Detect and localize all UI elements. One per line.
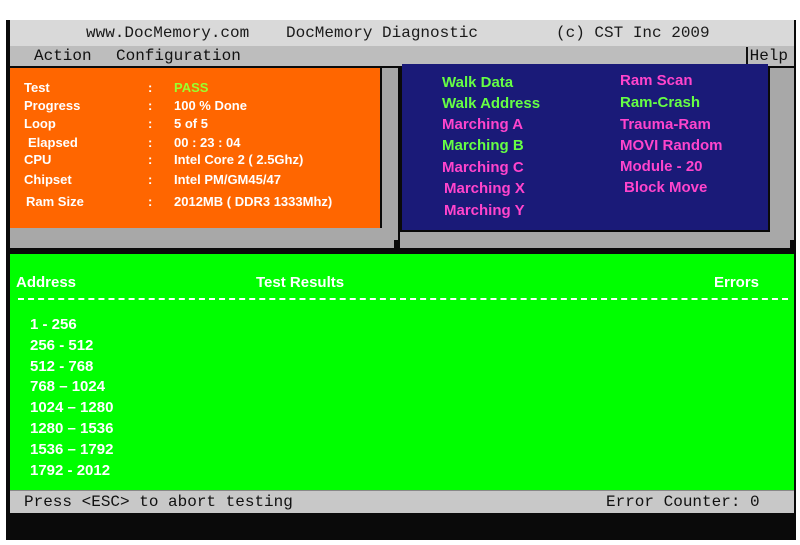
info-value: 2012MB ( DDR3 1333Mhz) bbox=[174, 194, 333, 209]
system-info-panel: Test : PASS Progress : 100 % Done Loop :… bbox=[10, 68, 380, 228]
test-movi-random: MOVI Random bbox=[620, 137, 723, 154]
test-ram-scan: Ram Scan bbox=[620, 72, 693, 89]
info-value: Intel PM/GM45/47 bbox=[174, 172, 281, 187]
test-marching-a: Marching A bbox=[442, 116, 524, 133]
info-separator: : bbox=[148, 172, 153, 187]
test-marching-b: Marching B bbox=[442, 137, 524, 154]
info-separator: : bbox=[148, 98, 153, 113]
info-row-chipset: Chipset : Intel PM/GM45/47 bbox=[24, 172, 374, 190]
info-row-progress: Progress : 100 % Done bbox=[24, 98, 374, 116]
info-label: Loop bbox=[24, 116, 56, 131]
test-marching-c: Marching C bbox=[442, 159, 524, 176]
info-value: 00 : 23 : 04 bbox=[174, 135, 241, 150]
test-list-panel: Walk Data Walk Address Marching A Marchi… bbox=[402, 64, 768, 230]
info-label: Chipset bbox=[24, 172, 72, 187]
error-counter: Error Counter: 0 bbox=[606, 493, 760, 511]
info-separator: : bbox=[148, 80, 153, 95]
info-row-elapsed: Elapsed : 00 : 23 : 04 bbox=[24, 135, 374, 153]
test-marching-x: Marching X bbox=[444, 180, 525, 197]
menu-help[interactable]: Help bbox=[745, 47, 788, 65]
test-block-move: Block Move bbox=[624, 179, 708, 196]
address-range-row: 1024 – 1280 bbox=[30, 399, 114, 416]
title-bar: www.DocMemory.com DocMemory Diagnostic (… bbox=[10, 20, 794, 46]
abort-hint: Press <ESC> to abort testing bbox=[24, 493, 293, 511]
info-value: 5 of 5 bbox=[174, 116, 208, 131]
menu-action[interactable]: Action bbox=[34, 47, 92, 65]
info-value: Intel Core 2 ( 2.5Ghz) bbox=[174, 152, 304, 167]
info-value: 100 % Done bbox=[174, 98, 247, 113]
status-bar: Press <ESC> to abort testing Error Count… bbox=[10, 490, 794, 513]
header-divider bbox=[18, 298, 788, 300]
website-url: www.DocMemory.com bbox=[86, 24, 250, 42]
info-separator: : bbox=[148, 116, 153, 131]
copyright: (c) CST Inc 2009 bbox=[556, 24, 710, 42]
panel-strip bbox=[10, 228, 394, 248]
address-range-row: 1 - 256 bbox=[30, 316, 77, 333]
info-label: Test bbox=[24, 80, 50, 95]
column-header-test-results: Test Results bbox=[256, 274, 345, 291]
test-module-20: Module - 20 bbox=[620, 158, 703, 175]
address-range-row: 1536 – 1792 bbox=[30, 441, 114, 458]
info-row-test: Test : PASS bbox=[24, 80, 374, 98]
info-label: Elapsed bbox=[28, 135, 78, 150]
test-walk-address: Walk Address bbox=[442, 95, 541, 112]
panel-divider-right bbox=[770, 68, 794, 240]
info-separator: : bbox=[148, 152, 153, 167]
info-row-ram-size: Ram Size : 2012MB ( DDR3 1333Mhz) bbox=[24, 194, 374, 212]
info-row-loop: Loop : 5 of 5 bbox=[24, 116, 374, 134]
menu-configuration[interactable]: Configuration bbox=[116, 47, 241, 65]
address-range-row: 256 - 512 bbox=[30, 337, 94, 354]
info-label: CPU bbox=[24, 152, 52, 167]
test-results-panel: Address Test Results Errors 1 - 256 256 … bbox=[10, 254, 794, 490]
test-marching-y: Marching Y bbox=[444, 202, 525, 219]
address-range-row: 512 - 768 bbox=[30, 358, 94, 375]
test-ram-crash: Ram-Crash bbox=[620, 94, 701, 111]
info-label: Ram Size bbox=[26, 194, 84, 209]
panel-divider bbox=[382, 68, 398, 240]
info-row-cpu: CPU : Intel Core 2 ( 2.5Ghz) bbox=[24, 152, 374, 170]
test-status: PASS bbox=[174, 80, 209, 95]
test-walk-data: Walk Data bbox=[442, 74, 514, 91]
info-separator: : bbox=[148, 135, 153, 150]
info-label: Progress bbox=[24, 98, 81, 113]
app-title: DocMemory Diagnostic bbox=[286, 24, 479, 42]
address-range-row: 1280 – 1536 bbox=[30, 420, 114, 437]
menu-bar: Action Configuration Help bbox=[10, 46, 794, 66]
column-header-address: Address bbox=[16, 274, 77, 291]
panel-strip-right bbox=[400, 232, 790, 248]
column-header-errors: Errors bbox=[714, 274, 760, 291]
address-range-row: 1792 - 2012 bbox=[30, 462, 111, 479]
info-separator: : bbox=[148, 194, 153, 209]
test-trauma-ram: Trauma-Ram bbox=[620, 116, 711, 133]
address-range-row: 768 – 1024 bbox=[30, 378, 106, 395]
